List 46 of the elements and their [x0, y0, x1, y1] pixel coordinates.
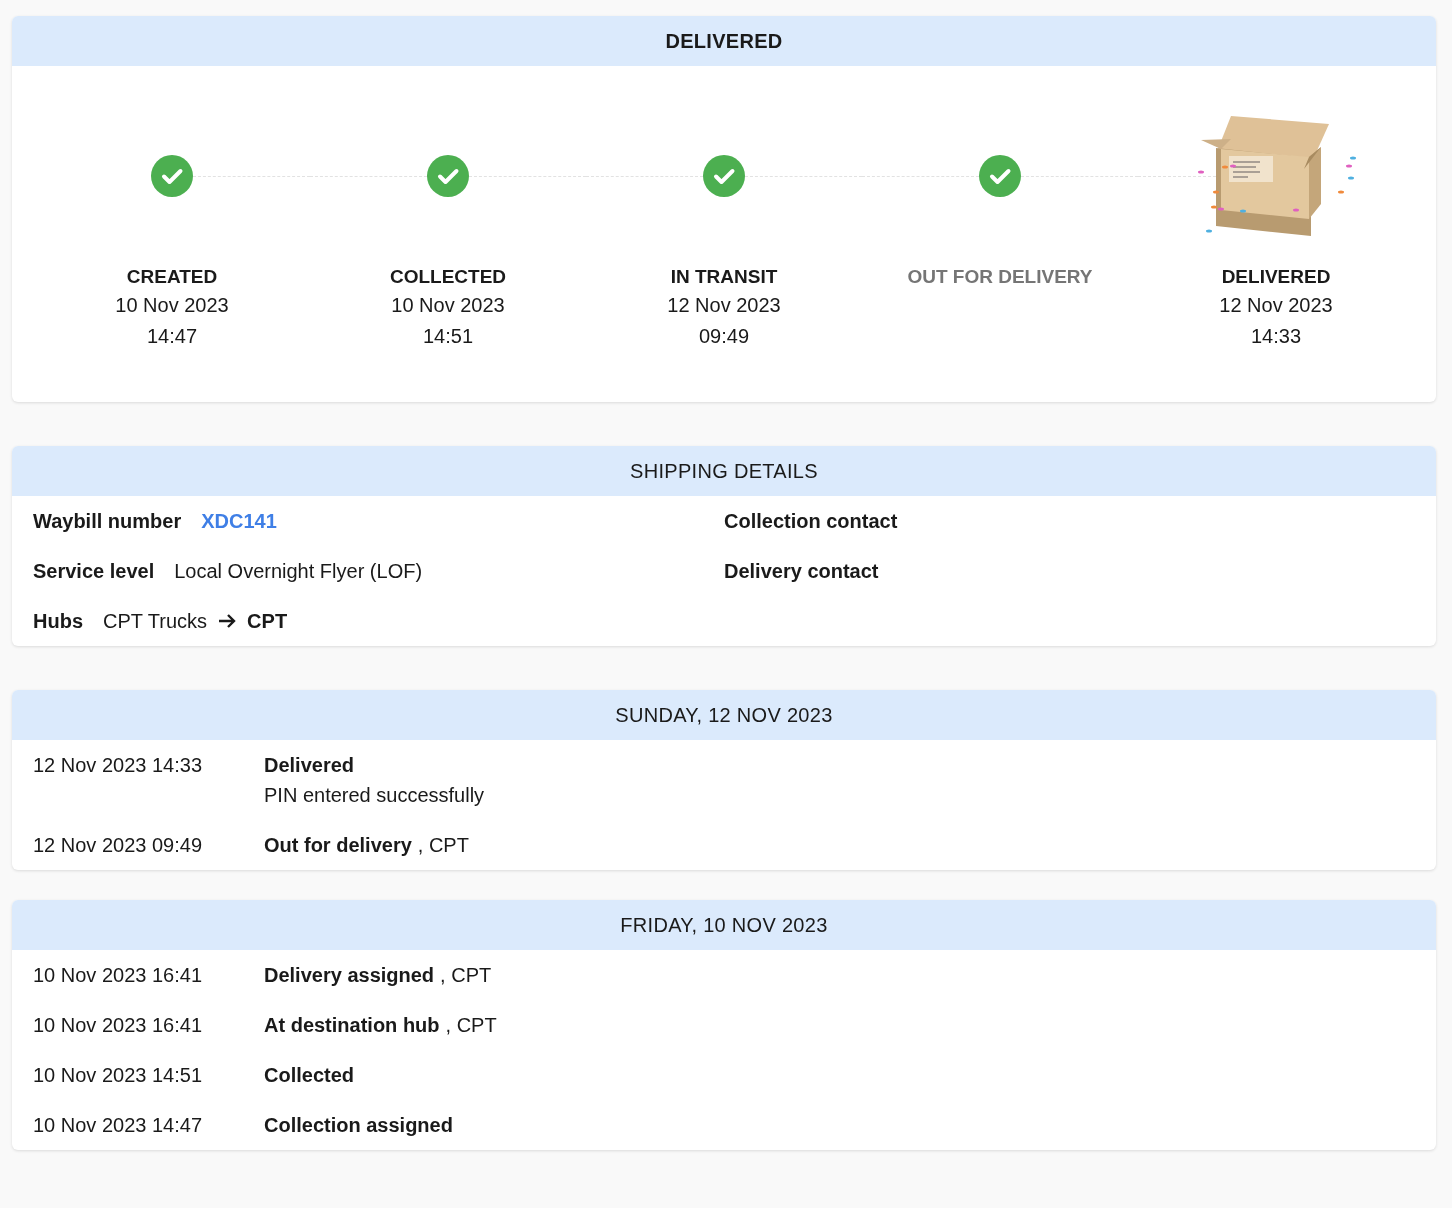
- step-date: 10 Nov 2023: [115, 293, 229, 318]
- event-time: 10 Nov 2023 16:41: [33, 1013, 204, 1038]
- day-title: SUNDAY, 12 NOV 2023: [12, 690, 1436, 740]
- step-time: 14:33: [1250, 324, 1302, 349]
- card-title: DELIVERED: [12, 16, 1436, 66]
- step-label: CREATED: [126, 266, 218, 288]
- step-time: 14:51: [422, 324, 474, 349]
- day-title: FRIDAY, 10 NOV 2023: [12, 900, 1436, 950]
- event-title: Collected: [264, 1064, 355, 1086]
- event-title: Delivered: [264, 754, 355, 776]
- step-label: DELIVERED: [1221, 266, 1331, 288]
- event-time: 10 Nov 2023 14:51: [33, 1063, 204, 1088]
- check-circle-icon: [703, 155, 745, 197]
- event-location: , CPT: [417, 834, 469, 856]
- event-title: Collection assigned: [264, 1114, 453, 1136]
- field-value: CPT Trucks: [103, 609, 208, 634]
- event-location: , CPT: [440, 964, 492, 986]
- field-value: Local Overnight Flyer (LOF): [174, 559, 423, 584]
- field-label: Waybill number: [33, 509, 182, 534]
- field-value: CPT: [247, 609, 288, 634]
- step-date: 12 Nov 2023: [1219, 293, 1333, 318]
- field-label: Delivery contact: [724, 559, 879, 584]
- step-label: OUT FOR DELIVERY: [907, 266, 1093, 288]
- event-title: Out for delivery: [264, 834, 412, 856]
- step-time: 09:49: [698, 324, 750, 349]
- event-time: 12 Nov 2023 09:49: [33, 833, 204, 858]
- check-circle-icon: [427, 155, 469, 197]
- event-title: Delivery assigned: [264, 964, 435, 986]
- event-title: At destination hub: [264, 1014, 440, 1036]
- event-time: 10 Nov 2023 14:47: [33, 1113, 204, 1138]
- event-time: 10 Nov 2023 16:41: [33, 963, 204, 988]
- card-title: SHIPPING DETAILS: [12, 446, 1436, 496]
- waybill-link[interactable]: XDC141: [201, 506, 277, 536]
- step-date: 10 Nov 2023: [391, 293, 505, 318]
- field-label: Service level: [33, 559, 155, 584]
- event-location: , CPT: [445, 1014, 497, 1036]
- step-date: 12 Nov 2023: [667, 293, 781, 318]
- step-label: COLLECTED: [389, 266, 507, 288]
- step-time: 14:47: [146, 324, 198, 349]
- field-label: Hubs: [33, 609, 83, 634]
- event-time: 12 Nov 2023 14:33: [33, 753, 204, 778]
- step-label: IN TRANSIT: [670, 266, 778, 288]
- check-circle-icon: [151, 155, 193, 197]
- field-label: Collection contact: [724, 509, 898, 534]
- check-circle-icon: [979, 155, 1021, 197]
- event-note: PIN entered successfully: [264, 783, 486, 808]
